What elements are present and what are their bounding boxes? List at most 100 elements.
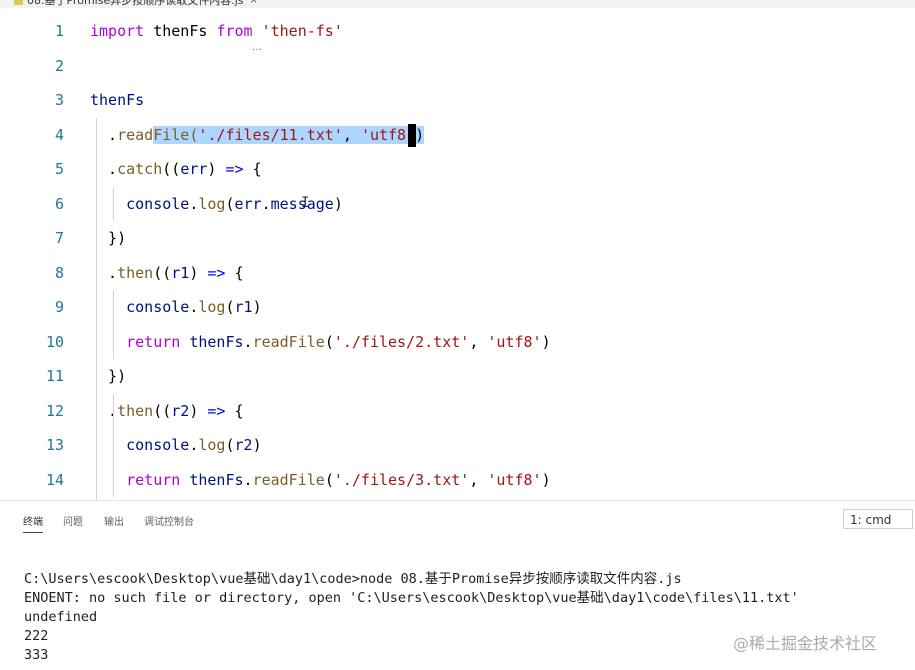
code-token: ) bbox=[252, 436, 262, 454]
code-token: message bbox=[270, 194, 334, 213]
code-token: . bbox=[90, 160, 118, 178]
code-text: console.log(r2) bbox=[90, 428, 262, 462]
code-token: . bbox=[90, 125, 118, 144]
code-line[interactable]: 10 return thenFs.readFile('./files/2.txt… bbox=[0, 325, 915, 359]
line-number: 7 bbox=[54, 229, 64, 247]
code-token: (( bbox=[153, 401, 172, 420]
line-number: 10 bbox=[45, 332, 64, 351]
code-token: err bbox=[180, 160, 208, 178]
code-token: (( bbox=[162, 160, 181, 178]
code-token: import bbox=[90, 22, 145, 40]
code-token: ( bbox=[225, 436, 235, 454]
line-number: 6 bbox=[54, 194, 64, 213]
editor-tab-title: 08.基于Promise异步按顺序读取文件内容.js bbox=[27, 0, 244, 7]
code-token: => bbox=[207, 263, 226, 282]
line-number: 14 bbox=[45, 470, 64, 489]
code-token: ( bbox=[225, 194, 235, 213]
code-line[interactable]: 6 console.log(err.message) bbox=[0, 187, 915, 221]
code-token: => bbox=[225, 160, 244, 178]
code-line[interactable]: 8 .then((r1) => { bbox=[0, 256, 915, 290]
code-token: './files/2.txt' bbox=[333, 332, 470, 351]
code-line[interactable]: 14 return thenFs.readFile('./files/3.txt… bbox=[0, 463, 915, 497]
code-line[interactable]: 12 .then((r2) => { bbox=[0, 394, 915, 428]
code-text: .readFile('./files/11.txt', 'utf8') bbox=[90, 118, 425, 152]
code-line[interactable]: 13 console.log(r2) bbox=[0, 428, 915, 462]
tab-output[interactable]: 输出 bbox=[104, 513, 124, 528]
code-line[interactable]: 2 bbox=[0, 49, 915, 83]
code-token: readFile bbox=[252, 332, 325, 351]
code-token: ) bbox=[541, 470, 551, 489]
line-number: 8 bbox=[54, 263, 64, 282]
code-token: return bbox=[90, 332, 181, 351]
code-token: thenFs bbox=[90, 91, 145, 109]
line-number: 12 bbox=[45, 401, 64, 420]
terminal-select[interactable]: 1: cmd bbox=[843, 509, 913, 529]
line-number: 3 bbox=[54, 91, 64, 109]
editor-tab[interactable]: 08.基于Promise异步按顺序读取文件内容.js × bbox=[14, 0, 258, 7]
indent-guide bbox=[113, 186, 114, 221]
code-line[interactable]: 11 }) bbox=[0, 359, 915, 393]
code-token: ) bbox=[541, 332, 551, 351]
code-line[interactable]: 7 }) bbox=[0, 221, 915, 255]
terminal-line: C:\Users\escook\Desktop\vue基础\day1\code>… bbox=[24, 571, 682, 587]
code-token: ( bbox=[324, 470, 334, 489]
code-token: (( bbox=[153, 263, 172, 282]
code-text: return thenFs.readFile('./files/3.txt', … bbox=[90, 463, 551, 497]
code-token: log bbox=[198, 298, 226, 316]
code-text: .catch((err) => { bbox=[90, 152, 262, 186]
code-token: . bbox=[243, 332, 253, 351]
tab-debug-console[interactable]: 调试控制台 bbox=[144, 513, 194, 528]
line-number: 1 bbox=[54, 22, 64, 40]
line-number: 2 bbox=[54, 56, 64, 75]
code-token: => bbox=[207, 401, 226, 420]
tab-terminal[interactable]: 终端 bbox=[23, 513, 43, 533]
code-token: ) bbox=[252, 298, 262, 316]
code-token: return bbox=[90, 470, 181, 489]
indent-guide bbox=[113, 393, 114, 497]
code-token: './files/3.txt' bbox=[333, 470, 470, 489]
code-token: . bbox=[243, 470, 253, 489]
code-token: { bbox=[225, 401, 244, 420]
code-token: thenFs bbox=[180, 470, 244, 489]
code-token: , bbox=[342, 125, 361, 144]
code-token: catch bbox=[117, 160, 163, 178]
line-number: 4 bbox=[54, 125, 64, 144]
tab-problems[interactable]: 问题 bbox=[63, 513, 83, 528]
panel-header: 终端 问题 输出 调试控制台 1: cmd bbox=[0, 500, 915, 539]
code-token: 'utf8' bbox=[487, 332, 542, 351]
code-token: readFile bbox=[252, 470, 325, 489]
watermark: @稀土掘金技术社区 bbox=[733, 634, 878, 653]
code-line[interactable]: 4 .readFile('./files/11.txt', 'utf8') bbox=[0, 118, 915, 152]
code-token: console bbox=[90, 194, 190, 213]
code-token: . bbox=[261, 194, 271, 213]
code-text: import thenFs from 'then-fs' bbox=[90, 14, 343, 48]
close-icon[interactable]: × bbox=[250, 0, 258, 6]
code-line[interactable]: 9 console.log(r1) bbox=[0, 290, 915, 324]
code-token: { bbox=[243, 160, 262, 178]
code-token: thenFs bbox=[144, 22, 217, 40]
code-line[interactable]: 3 thenFs bbox=[0, 83, 915, 117]
indent-guide bbox=[96, 117, 97, 500]
code-token: then bbox=[117, 401, 154, 420]
code-line[interactable]: 1 import thenFs from 'then-fs' bbox=[0, 14, 915, 48]
code-token: ) bbox=[415, 125, 425, 144]
code-token: ) bbox=[189, 263, 208, 282]
code-line[interactable]: 5 .catch((err) => { bbox=[0, 152, 915, 186]
code-token: err bbox=[234, 194, 262, 213]
code-token: r1 bbox=[234, 298, 253, 316]
code-token: ( bbox=[225, 298, 235, 316]
code-token: File( bbox=[153, 125, 199, 144]
terminal-line: 333 bbox=[24, 647, 49, 663]
code-token: log bbox=[198, 194, 226, 213]
code-token: ) bbox=[333, 194, 343, 213]
code-token: read bbox=[117, 125, 154, 144]
code-token: 'utf8' bbox=[487, 470, 542, 489]
js-file-icon bbox=[14, 0, 23, 5]
code-token: { bbox=[225, 263, 244, 282]
code-token: r1 bbox=[171, 263, 190, 282]
code-token: , bbox=[469, 332, 488, 351]
code-token: r2 bbox=[234, 436, 253, 454]
line-number: 11 bbox=[45, 367, 64, 385]
code-editor[interactable]: … I 1 import thenFs from 'then-fs' 2 3 thenF… bbox=[0, 8, 915, 500]
